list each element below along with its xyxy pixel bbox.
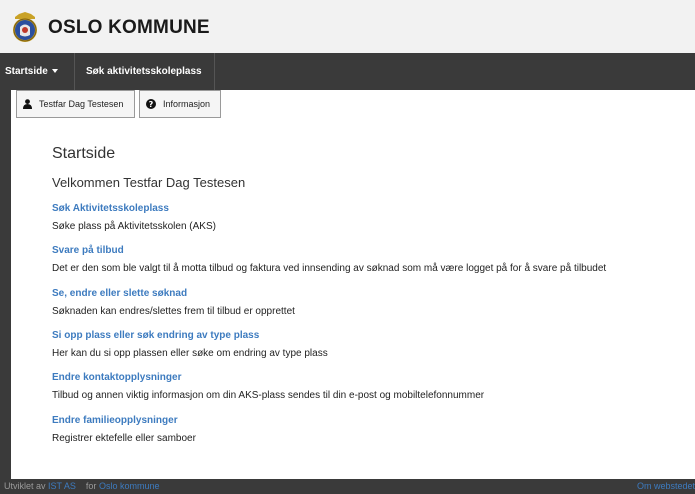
footer-client-link[interactable]: Oslo kommune: [99, 481, 160, 491]
nav-divider: [214, 53, 215, 90]
brand-bar: OSLO KOMMUNE: [0, 0, 695, 53]
svg-text:?: ?: [149, 100, 154, 109]
brand-name[interactable]: OSLO KOMMUNE: [48, 17, 210, 39]
main-navbar: Startside Søk aktivitetsskoleplass: [0, 53, 695, 90]
footer: Utviklet av IST AS for Oslo kommune Om w…: [0, 479, 695, 494]
section-description: Tilbud og annen viktig informasjon om di…: [52, 390, 485, 401]
footer-about-label: Om webstedet: [636, 481, 695, 491]
link-si-opp-plass[interactable]: Si opp plass eller søk endring av type p…: [52, 330, 259, 341]
section-description: Her kan du si opp plassen eller søke om …: [52, 348, 328, 359]
user-name: Testfar Dag Testesen: [39, 99, 124, 109]
nav-startside-label: Startside: [5, 66, 48, 77]
footer-credits: Utviklet av IST AS for Oslo kommune: [4, 479, 159, 494]
left-frame: [0, 90, 11, 494]
section-description: Søknaden kan endres/slettes frem til til…: [52, 306, 295, 317]
section-description: Søke plass på Aktivitetsskolen (AKS): [52, 221, 216, 232]
oslo-coat-of-arms-logo[interactable]: [11, 11, 39, 43]
info-button[interactable]: ? Informasjon: [139, 90, 221, 118]
welcome-heading: Velkommen Testfar Dag Testesen: [52, 175, 246, 190]
nav-startside-dropdown[interactable]: Startside: [0, 53, 74, 90]
info-label: Informasjon: [163, 99, 211, 109]
caret-down-icon: [51, 69, 58, 73]
footer-for: for: [85, 481, 97, 491]
link-sok-aktivitetsskoleplass[interactable]: Søk Aktivitetsskoleplass: [52, 203, 169, 214]
page-title: Startside: [52, 145, 116, 162]
section-description: Det er den som ble valgt til å motta til…: [52, 263, 607, 274]
page: OSLO KOMMUNE Startside Søk aktivitetssko…: [0, 0, 695, 494]
section-description: Registrer ektefelle eller samboer: [52, 433, 196, 444]
footer-about-link[interactable]: Om webstedet: [637, 479, 695, 494]
link-se-endre-slette-soknad[interactable]: Se, endre eller slette søknad: [52, 288, 187, 299]
link-endre-kontaktopplysninger[interactable]: Endre kontaktopplysninger: [52, 372, 181, 383]
user-button[interactable]: Testfar Dag Testesen: [16, 90, 135, 118]
footer-developed-by: Utviklet av: [4, 481, 46, 491]
question-circle-icon: ?: [146, 99, 156, 109]
footer-developer-link[interactable]: IST AS: [48, 481, 76, 491]
user-icon: [23, 99, 32, 109]
link-endre-familieopplysninger[interactable]: Endre familieopplysninger: [52, 415, 178, 426]
link-svare-pa-tilbud[interactable]: Svare på tilbud: [52, 245, 124, 256]
nav-sok-aktivitetsskoleplass[interactable]: Søk aktivitetsskoleplass: [74, 53, 214, 90]
